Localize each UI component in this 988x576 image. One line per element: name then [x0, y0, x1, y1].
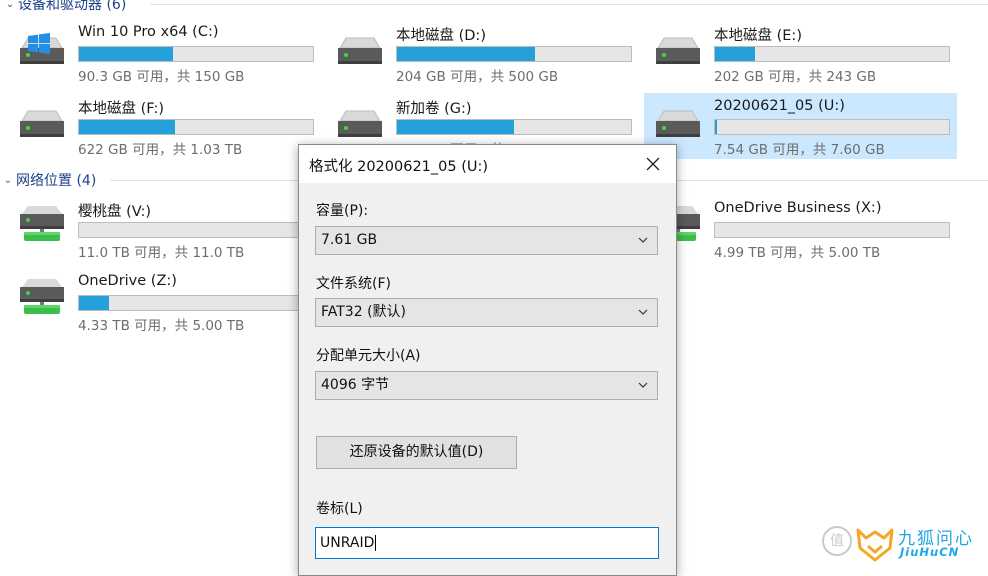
drive-free-space: 202 GB 可用，共 243 GB — [714, 69, 877, 85]
dialog-titlebar[interactable]: 格式化 20200621_05 (U:) — [299, 145, 676, 183]
drive-name: 樱桃盘 (V:) — [78, 204, 152, 220]
network-drive-icon — [14, 202, 70, 256]
capacity-value: 7.61 GB — [321, 232, 378, 248]
drive-v[interactable]: 樱桃盘 (V:) 11.0 TB 可用，共 11.0 TB — [0, 194, 314, 262]
format-dialog: 格式化 20200621_05 (U:) 容量(P): 7.61 GB 文件系统… — [298, 144, 677, 576]
drive-free-space: 204 GB 可用，共 500 GB — [396, 69, 559, 85]
group-label-network: 网络位置 (4) — [16, 173, 97, 189]
allocation-label: 分配单元大小(A) — [316, 348, 421, 364]
windows-drive-icon — [14, 33, 70, 80]
drive-x[interactable]: OneDrive Business (X:) 4.99 TB 可用，共 5.00… — [636, 194, 950, 262]
drive-f[interactable]: 本地磁盘 (F:) 622 GB 可用，共 1.03 TB — [0, 91, 314, 159]
dialog-title: 格式化 20200621_05 (U:) — [309, 159, 489, 175]
usage-bar — [78, 46, 314, 62]
brand-en: JiuHuCN — [900, 545, 960, 559]
drive-name: 本地磁盘 (E:) — [714, 28, 802, 44]
chevron-down-icon — [638, 309, 648, 315]
watermark: 值 九狐问心 JiuHuCN — [818, 520, 986, 565]
usage-bar — [78, 295, 314, 311]
group-label-devices: 设备和驱动器 (6) — [18, 0, 127, 13]
filesystem-select[interactable]: FAT32 (默认) — [315, 298, 658, 327]
usage-bar — [714, 46, 950, 62]
drive-free-space: 11.0 TB 可用，共 11.0 TB — [78, 245, 245, 261]
close-button[interactable] — [636, 149, 670, 179]
usage-bar — [714, 222, 950, 238]
volume-label-value: UNRAID — [320, 535, 375, 551]
usage-bar-fill — [79, 296, 110, 310]
zhi-logo: 值 — [822, 526, 852, 556]
usage-bar — [78, 119, 314, 135]
drive-name: 本地磁盘 (F:) — [78, 101, 165, 117]
group-header-network[interactable]: ⌄ 网络位置 (4) — [0, 170, 96, 190]
usage-bar-fill — [79, 47, 173, 61]
drive-name: 新加卷 (G:) — [396, 101, 472, 117]
drive-e[interactable]: 本地磁盘 (E:) 202 GB 可用，共 243 GB — [636, 18, 950, 86]
allocation-value: 4096 字节 — [321, 377, 390, 393]
network-drive-icon — [14, 275, 70, 329]
chevron-down-icon: ⌄ — [5, 0, 15, 10]
drive-z[interactable]: OneDrive (Z:) 4.33 TB 可用，共 5.00 TB — [0, 267, 314, 335]
drive-u-selected[interactable]: 20200621_05 (U:) 7.54 GB 可用，共 7.60 GB — [644, 93, 957, 159]
filesystem-label: 文件系统(F) — [316, 276, 391, 292]
drive-free-space: 4.99 TB 可用，共 5.00 TB — [714, 245, 881, 261]
drive-name: 本地磁盘 (D:) — [396, 28, 486, 44]
fox-logo-icon — [856, 528, 894, 562]
drive-name: OneDrive Business (X:) — [714, 200, 882, 216]
usage-bar-fill — [715, 120, 718, 134]
group-divider — [150, 4, 988, 5]
chevron-down-icon — [638, 237, 648, 243]
hard-drive-icon — [332, 26, 388, 80]
restore-defaults-button[interactable]: 还原设备的默认值(D) — [316, 436, 517, 469]
drive-name: Win 10 Pro x64 (C:) — [78, 24, 219, 40]
group-header-devices[interactable]: ⌄ 设备和驱动器 (6) — [2, 0, 126, 14]
drive-c[interactable]: Win 10 Pro x64 (C:) 90.3 GB 可用，共 150 GB — [0, 18, 314, 86]
volume-label-input[interactable]: UNRAID — [315, 527, 659, 559]
usage-bar-fill — [79, 120, 175, 134]
chevron-down-icon — [638, 382, 648, 388]
drive-name: 20200621_05 (U:) — [714, 98, 845, 114]
usage-bar — [396, 46, 632, 62]
chevron-down-icon: ⌄ — [3, 174, 13, 186]
allocation-select[interactable]: 4096 字节 — [315, 371, 658, 400]
text-caret — [375, 535, 377, 551]
drive-free-space: 90.3 GB 可用，共 150 GB — [78, 69, 245, 85]
drive-name: OneDrive (Z:) — [78, 273, 177, 289]
drive-free-space: 4.33 TB 可用，共 5.00 TB — [78, 318, 245, 334]
drive-free-space: 622 GB 可用，共 1.03 TB — [78, 142, 243, 158]
hard-drive-icon — [650, 26, 706, 80]
hard-drive-icon — [14, 99, 70, 153]
usage-bar — [78, 222, 314, 238]
usage-bar — [714, 119, 950, 135]
close-icon — [646, 157, 660, 171]
drive-d[interactable]: 本地磁盘 (D:) 204 GB 可用，共 500 GB — [318, 18, 632, 86]
usage-bar-fill — [397, 47, 536, 61]
usage-bar-fill — [397, 120, 514, 134]
usage-bar-fill — [715, 47, 755, 61]
drive-free-space: 7.54 GB 可用，共 7.60 GB — [714, 142, 885, 158]
volume-label: 卷标(L) — [316, 501, 363, 517]
capacity-select[interactable]: 7.61 GB — [315, 226, 658, 255]
filesystem-value: FAT32 (默认) — [321, 304, 406, 320]
capacity-label: 容量(P): — [316, 203, 369, 219]
usage-bar — [396, 119, 632, 135]
